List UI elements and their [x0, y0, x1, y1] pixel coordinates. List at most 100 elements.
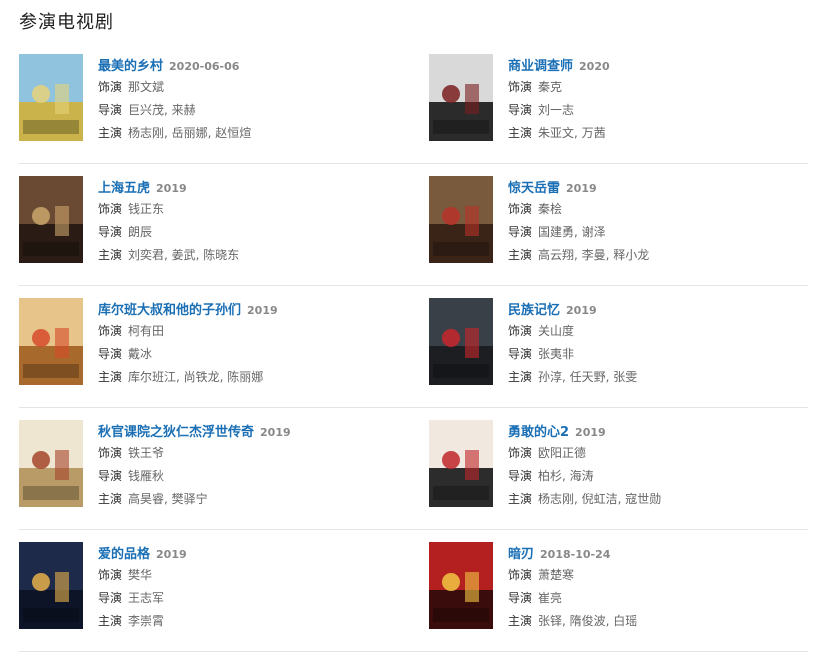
show-info: 勇敢的心2 2019 饰演 欧阳正德 导演 柏杉, 海涛 主演 杨志刚, 倪虹洁, 寇世勋	[508, 420, 661, 511]
poster-image	[19, 176, 83, 263]
show-poster[interactable]	[429, 298, 493, 385]
show-row: 秋官课院之狄仁杰浮世传奇 2019 饰演 铁王爷 导演 钱雁秋 主演 高昊睿, 樊驿宁 勇敢的心…	[19, 408, 808, 530]
role-value: 秦桧	[538, 202, 563, 216]
show-title-link[interactable]: 民族记忆	[508, 303, 560, 318]
role-value: 萧楚寒	[538, 568, 575, 582]
cast-line: 主演 孙淳, 任天野, 张雯	[508, 366, 637, 389]
cast-label: 主演	[98, 248, 123, 262]
director-line: 导演 崔亮	[508, 587, 637, 610]
director-line: 导演 朗辰	[98, 221, 239, 244]
role-label: 饰演	[98, 324, 123, 338]
show-info: 暗刃 2018-10-24 饰演 萧楚寒 导演 崔亮 主演 张铎, 隋俊波, 白瑶	[508, 542, 637, 633]
show-row: 爱的品格 2019 饰演 樊华 导演 王志军 主演 李崇霄 暗刃 2018-10-24 饰演 萧楚寒导…	[19, 530, 808, 652]
show-title-link[interactable]: 惊天岳雷	[508, 181, 560, 196]
cast-label: 主演	[508, 126, 533, 140]
director-label: 导演	[508, 225, 533, 239]
director-value: 钱雁秋	[128, 469, 165, 483]
cast-line: 主演 库尔班江, 尚铁龙, 陈丽娜	[98, 366, 278, 389]
show-info: 惊天岳雷 2019 饰演 秦桧 导演 国建勇, 谢泽 主演 高云翔, 李曼, 释小龙	[508, 176, 649, 267]
role-line: 饰演 钱正东	[98, 198, 239, 221]
show-info: 库尔班大叔和他的子孙们 2019 饰演 柯有田 导演 戴冰 主演 库尔班江, 尚铁龙, 陈丽娜	[98, 298, 278, 389]
cast-value: 高昊睿, 樊驿宁	[128, 492, 208, 506]
director-label: 导演	[98, 225, 123, 239]
title-line: 商业调查师 2020	[508, 54, 610, 76]
role-value: 铁王爷	[128, 446, 165, 460]
show-poster[interactable]	[19, 542, 83, 629]
title-line: 上海五虎 2019	[98, 176, 239, 198]
cast-label: 主演	[98, 492, 123, 506]
poster-image	[429, 542, 493, 629]
show-title-link[interactable]: 秋官课院之狄仁杰浮世传奇	[98, 425, 254, 440]
show-poster[interactable]	[429, 54, 493, 141]
show-year: 2018-10-24	[540, 548, 611, 561]
poster-image	[429, 176, 493, 263]
show-title-link[interactable]: 爱的品格	[98, 547, 150, 562]
show-poster[interactable]	[19, 54, 83, 141]
show-title-link[interactable]: 商业调查师	[508, 59, 573, 74]
director-line: 导演 刘一志	[508, 99, 610, 122]
show-year: 2019	[260, 426, 291, 439]
cast-label: 主演	[508, 248, 533, 262]
director-label: 导演	[98, 347, 123, 361]
show-card: 暗刃 2018-10-24 饰演 萧楚寒 导演 崔亮 主演 张铎, 隋俊波, 白瑶	[429, 542, 799, 638]
director-value: 崔亮	[538, 591, 563, 605]
role-value: 欧阳正德	[538, 446, 587, 460]
show-card: 上海五虎 2019 饰演 钱正东 导演 朗辰主演 刘奕君, 姜武, 陈晓东	[19, 176, 389, 272]
show-row: 库尔班大叔和他的子孙们 2019 饰演 柯有田 导演 戴冰 主演 库尔班江, 尚铁龙, 陈丽娜…	[19, 286, 808, 408]
show-poster[interactable]	[429, 420, 493, 507]
title-line: 最美的乡村 2020-06-06	[98, 54, 251, 76]
director-value: 戴冰	[128, 347, 153, 361]
show-title-link[interactable]: 最美的乡村	[98, 59, 163, 74]
role-label: 饰演	[508, 324, 533, 338]
role-label: 饰演	[508, 568, 533, 582]
role-value: 关山度	[538, 324, 575, 338]
show-info: 秋官课院之狄仁杰浮世传奇 2019 饰演 铁王爷 导演 钱雁秋 主演 高昊睿, 樊驿宁	[98, 420, 291, 511]
role-line: 饰演 关山度	[508, 320, 637, 343]
role-value: 秦克	[538, 80, 563, 94]
show-poster[interactable]	[19, 420, 83, 507]
show-poster[interactable]	[19, 298, 83, 385]
cast-label: 主演	[508, 492, 533, 506]
director-value: 张夷非	[538, 347, 575, 361]
role-line: 饰演 那文斌	[98, 76, 251, 99]
show-poster[interactable]	[429, 176, 493, 263]
show-year: 2019	[566, 304, 597, 317]
cast-value: 库尔班江, 尚铁龙, 陈丽娜	[128, 370, 264, 384]
show-year: 2019	[575, 426, 606, 439]
show-card: 勇敢的心2 2019 饰演 欧阳正德 导演 柏杉, 海涛 主演 杨志刚, 倪虹洁, 寇世勋	[429, 420, 799, 516]
title-line: 民族记忆 2019	[508, 298, 637, 320]
role-value: 那文斌	[128, 80, 165, 94]
cast-line: 主演 杨志刚, 倪虹洁, 寇世勋	[508, 488, 661, 511]
show-year: 2019	[566, 182, 597, 195]
title-line: 爱的品格 2019	[98, 542, 187, 564]
director-label: 导演	[98, 103, 123, 117]
cast-value: 李崇霄	[128, 614, 165, 628]
show-title-link[interactable]: 暗刃	[508, 547, 534, 562]
show-info: 民族记忆 2019 饰演 关山度 导演 张夷非 主演 孙淳, 任天野, 张雯	[508, 298, 637, 389]
cast-value: 刘奕君, 姜武, 陈晓东	[128, 248, 240, 262]
role-value: 钱正东	[128, 202, 165, 216]
director-line: 导演 张夷非	[508, 343, 637, 366]
show-poster[interactable]	[429, 542, 493, 629]
role-label: 饰演	[98, 80, 123, 94]
title-line: 库尔班大叔和他的子孙们 2019	[98, 298, 278, 320]
show-title-link[interactable]: 库尔班大叔和他的子孙们	[98, 303, 241, 318]
show-title-link[interactable]: 勇敢的心2	[508, 425, 569, 440]
show-poster[interactable]	[19, 176, 83, 263]
cast-line: 主演 高昊睿, 樊驿宁	[98, 488, 291, 511]
role-label: 饰演	[98, 446, 123, 460]
role-line: 饰演 铁王爷	[98, 442, 291, 465]
show-year: 2019	[156, 182, 187, 195]
director-value: 巨兴茂, 来赫	[128, 103, 196, 117]
poster-image	[429, 54, 493, 141]
director-value: 王志军	[128, 591, 165, 605]
cast-value: 高云翔, 李曼, 释小龙	[538, 248, 650, 262]
show-info: 爱的品格 2019 饰演 樊华 导演 王志军 主演 李崇霄	[98, 542, 187, 633]
cast-line: 主演 高云翔, 李曼, 释小龙	[508, 244, 649, 267]
show-year: 2019	[156, 548, 187, 561]
cast-line: 主演 杨志刚, 岳丽娜, 赵恒煊	[98, 122, 251, 145]
show-card: 最美的乡村 2020-06-06 饰演 那文斌 导演 巨兴茂, 来赫 主演 杨志刚, 岳丽娜,…	[19, 54, 389, 150]
cast-label: 主演	[98, 126, 123, 140]
role-label: 饰演	[508, 446, 533, 460]
show-title-link[interactable]: 上海五虎	[98, 181, 150, 196]
